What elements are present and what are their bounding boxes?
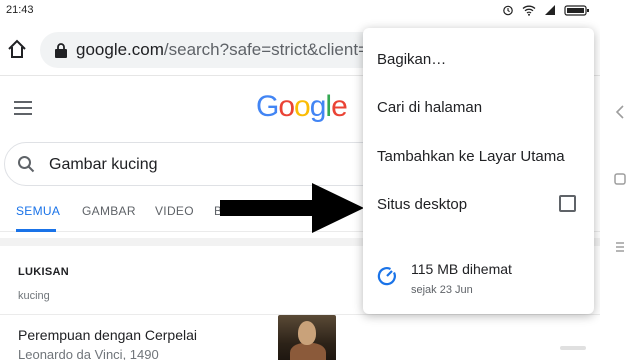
- back-icon: [615, 105, 624, 119]
- search-icon: [18, 156, 35, 173]
- data-saved-amount[interactable]: 115 MB dihemat: [411, 261, 512, 277]
- home-square-icon: [614, 173, 626, 185]
- status-bar: 21:43: [0, 0, 600, 22]
- home-icon[interactable]: [6, 38, 28, 60]
- tab-video[interactable]: VIDEO: [155, 204, 194, 218]
- tab-gambar[interactable]: GAMBAR: [82, 204, 136, 218]
- painting-thumbnail[interactable]: [278, 315, 336, 360]
- system-navigation-bar: [600, 0, 640, 360]
- page-edge-indicator: [560, 346, 586, 350]
- thumbnail-figure: [290, 343, 326, 360]
- lock-icon: [55, 43, 67, 58]
- signal-icon: [545, 5, 555, 15]
- url-host: google.com: [76, 40, 164, 59]
- result-item[interactable]: Perempuan dengan Cerpelai Leonardo da Vi…: [0, 314, 600, 360]
- alarm-icon: [503, 5, 513, 16]
- wifi-icon: [522, 5, 536, 16]
- result-title: Perempuan dengan Cerpelai: [18, 327, 198, 343]
- data-saver-gauge-icon: [377, 267, 396, 286]
- status-icons: [502, 4, 590, 16]
- active-tab-indicator: [16, 229, 56, 232]
- result-subtitle: Leonardo da Vinci, 1490: [18, 347, 159, 360]
- status-time: 21:43: [6, 4, 34, 16]
- thumbnail-face: [298, 321, 316, 345]
- logo-letter: o: [278, 90, 295, 123]
- desktop-site-checkbox[interactable]: [559, 195, 576, 212]
- logo-letter: G: [256, 90, 279, 123]
- battery-icon: [564, 5, 589, 16]
- hamburger-menu-icon[interactable]: [14, 100, 32, 116]
- data-saved-since: sejak 23 Jun: [411, 284, 473, 296]
- menu-item-share[interactable]: Bagikan…: [377, 51, 446, 68]
- phone-screen: 21:43 google.com/search?safe=strict&clie…: [0, 0, 600, 360]
- logo-letter: g: [309, 90, 327, 123]
- menu-item-find-in-page[interactable]: Cari di halaman: [377, 99, 482, 116]
- section-subtitle: kucing: [18, 290, 50, 302]
- nav-recents-button[interactable]: [610, 237, 630, 257]
- overflow-menu: Bagikan… Cari di halaman Tambahkan ke La…: [363, 28, 594, 314]
- google-logo[interactable]: Google: [256, 90, 348, 124]
- tab-semua[interactable]: SEMUA: [16, 204, 60, 218]
- recents-icon: [616, 242, 624, 252]
- logo-letter: e: [331, 90, 348, 123]
- section-title: LUKISAN: [18, 266, 69, 278]
- search-query: Gambar kucing: [49, 156, 158, 173]
- logo-letter: o: [294, 90, 311, 123]
- nav-back-button[interactable]: [610, 102, 630, 122]
- menu-item-desktop-site[interactable]: Situs desktop: [377, 196, 467, 213]
- pointer-arrow-icon: [220, 183, 364, 233]
- menu-item-add-to-home[interactable]: Tambahkan ke Layar Utama: [377, 148, 565, 165]
- nav-home-button[interactable]: [610, 169, 630, 189]
